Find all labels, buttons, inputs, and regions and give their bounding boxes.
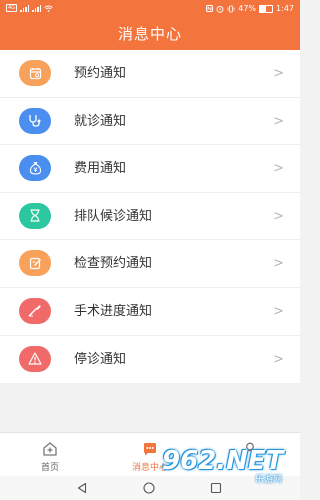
menu-item-clinic-suspension-notice[interactable]: 停诊通知 > — [0, 336, 300, 384]
recents-icon[interactable] — [210, 482, 222, 494]
profile-icon — [243, 442, 257, 457]
status-bar: 4G 47% 1:47 — [0, 0, 300, 18]
menu-item-label: 费用通知 — [74, 161, 127, 177]
tab-label: 首页 — [40, 463, 59, 473]
menu-item-label: 排队候诊通知 — [74, 208, 153, 224]
scalpel-icon — [19, 297, 51, 324]
tab-message-center[interactable]: 消息中心 — [100, 433, 200, 477]
nfc-icon — [206, 5, 214, 12]
menu-item-exam-appointment-notice[interactable]: 检查预约通知 > — [0, 240, 300, 288]
notification-list: 预约通知 > 就诊通知 > 费用通知 > 排队候诊通知 > 检查预约通知 > 手… — [0, 50, 300, 384]
chevron-right-icon: > — [273, 208, 284, 224]
battery-percent: 47% — [238, 4, 257, 13]
vibrate-icon — [227, 5, 235, 12]
chevron-right-icon: > — [273, 161, 284, 177]
menu-item-fee-notice[interactable]: 费用通知 > — [0, 145, 300, 193]
back-icon[interactable] — [76, 482, 88, 494]
chevron-right-icon: > — [273, 351, 284, 367]
status-time: 1:47 — [276, 4, 294, 13]
menu-item-surgery-progress-notice[interactable]: 手术进度通知 > — [0, 288, 300, 336]
status-bar-right: 47% 1:47 — [206, 4, 294, 13]
alarm-icon — [216, 5, 224, 13]
page-header: 消息中心 — [0, 18, 300, 50]
system-navigation-bar — [0, 476, 300, 500]
menu-item-queue-notice[interactable]: 排队候诊通知 > — [0, 193, 300, 241]
tab-profile[interactable] — [200, 433, 300, 477]
network-type-indicator: 4G — [6, 4, 18, 12]
chevron-right-icon: > — [273, 303, 284, 319]
home-icon — [43, 442, 57, 456]
money-bag-icon — [19, 155, 51, 182]
signal-icon-2 — [32, 4, 42, 12]
menu-item-label: 手术进度通知 — [74, 303, 153, 319]
menu-item-visit-notice[interactable]: 就诊通知 > — [0, 98, 300, 146]
tab-home[interactable]: 首页 — [0, 433, 100, 477]
bottom-navigation: 首页 消息中心 — [0, 432, 300, 477]
status-bar-left: 4G — [6, 4, 53, 12]
warning-icon — [19, 345, 51, 372]
calendar-icon — [19, 60, 51, 86]
hourglass-icon — [19, 202, 51, 229]
edit-icon — [19, 250, 51, 277]
menu-item-appointment-notice[interactable]: 预约通知 > — [0, 50, 300, 98]
chevron-right-icon: > — [273, 256, 284, 272]
menu-item-label: 预约通知 — [74, 66, 127, 81]
home-circle-icon[interactable] — [143, 482, 155, 494]
chevron-right-icon: > — [273, 113, 284, 129]
tab-label: 消息中心 — [131, 463, 168, 473]
menu-item-label: 停诊通知 — [74, 351, 127, 367]
chevron-right-icon: > — [273, 66, 284, 81]
page-title: 消息中心 — [117, 25, 182, 43]
battery-icon — [259, 4, 274, 13]
message-icon — [144, 443, 156, 456]
signal-icon — [20, 4, 30, 12]
stethoscope-icon — [19, 107, 51, 134]
menu-item-label: 检查预约通知 — [74, 256, 153, 272]
menu-item-label: 就诊通知 — [74, 113, 127, 129]
wifi-icon — [44, 4, 53, 12]
